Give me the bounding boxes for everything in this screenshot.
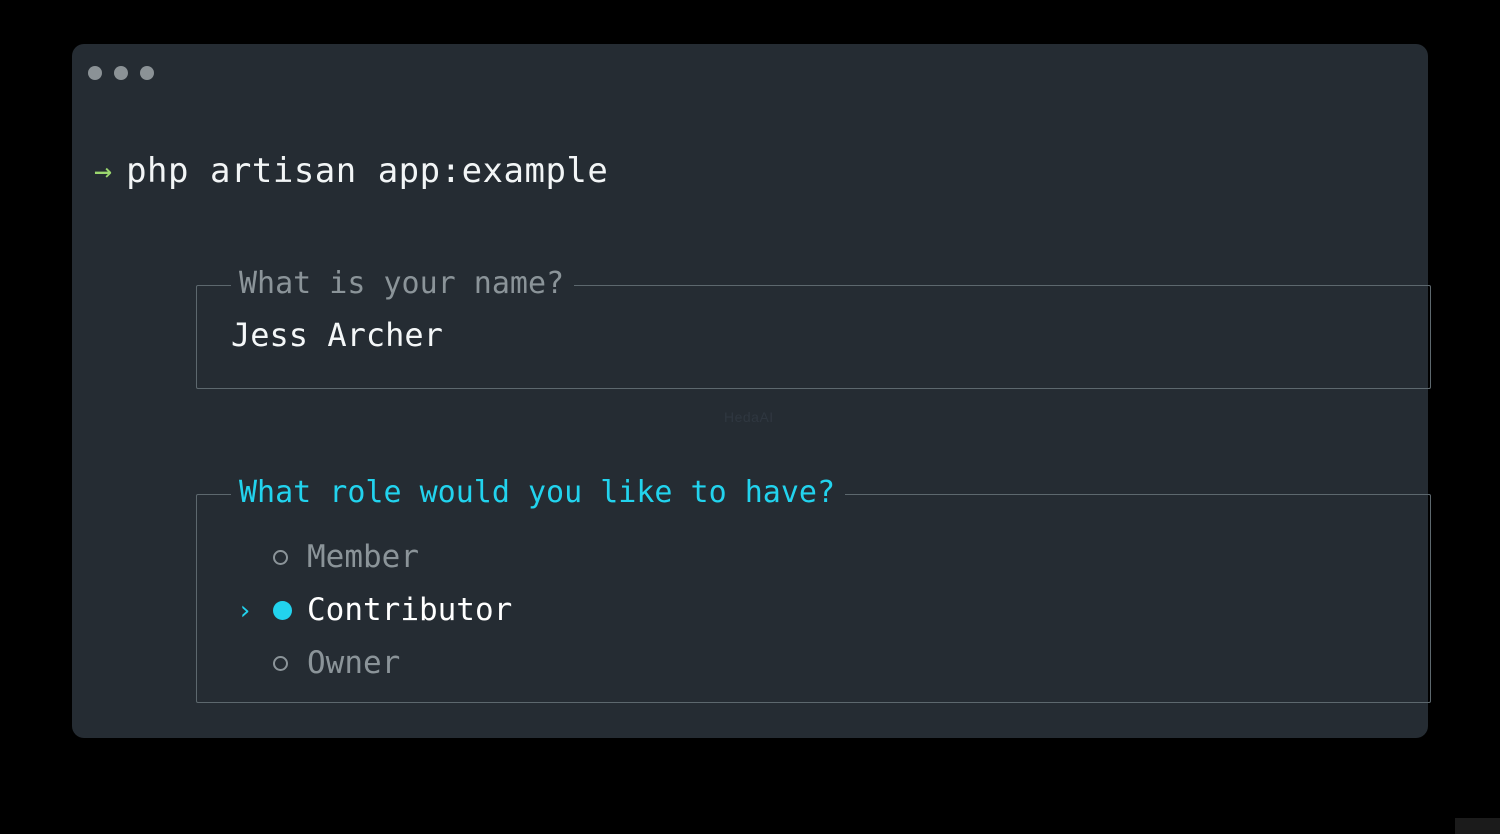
role-prompt-label: What role would you like to have?: [231, 478, 846, 508]
role-option-owner[interactable]: › Owner: [197, 637, 1430, 690]
window-titlebar[interactable]: [72, 44, 1428, 102]
role-prompt-box: What role would you like to have? › Memb…: [196, 478, 1431, 703]
command-line: → php artisan app:example: [94, 154, 608, 188]
name-prompt-box: What is your name? Jess Archer: [196, 269, 1431, 389]
edge-artifact: [1455, 818, 1500, 834]
name-prompt-label: What is your name?: [231, 269, 575, 299]
role-option-label: Contributor: [307, 592, 513, 628]
role-option-label: Member: [307, 539, 419, 575]
close-dot-icon[interactable]: [88, 66, 102, 80]
radio-filled-icon: [273, 601, 307, 620]
role-option-contributor[interactable]: › Contributor: [197, 584, 1430, 637]
watermark: HedaAI: [724, 409, 774, 425]
role-option-label: Owner: [307, 645, 401, 681]
prompt-arrow-icon: →: [94, 154, 113, 189]
role-option-member[interactable]: › Member: [197, 531, 1430, 584]
radio-hollow-icon: [273, 550, 307, 565]
option-pointer-icon: ›: [237, 545, 273, 571]
screen: → php artisan app:example What is your n…: [0, 0, 1500, 834]
name-prompt-answer: Jess Archer: [231, 316, 443, 354]
maximize-dot-icon[interactable]: [140, 66, 154, 80]
option-pointer-icon: ›: [237, 595, 253, 626]
terminal-window: → php artisan app:example What is your n…: [72, 44, 1431, 738]
radio-hollow-icon: [273, 656, 307, 671]
minimize-dot-icon[interactable]: [114, 66, 128, 80]
command-text: php artisan app:example: [126, 151, 609, 191]
role-option-list: › Member › Contributor ›: [197, 531, 1430, 690]
option-pointer-icon: ›: [237, 651, 273, 677]
